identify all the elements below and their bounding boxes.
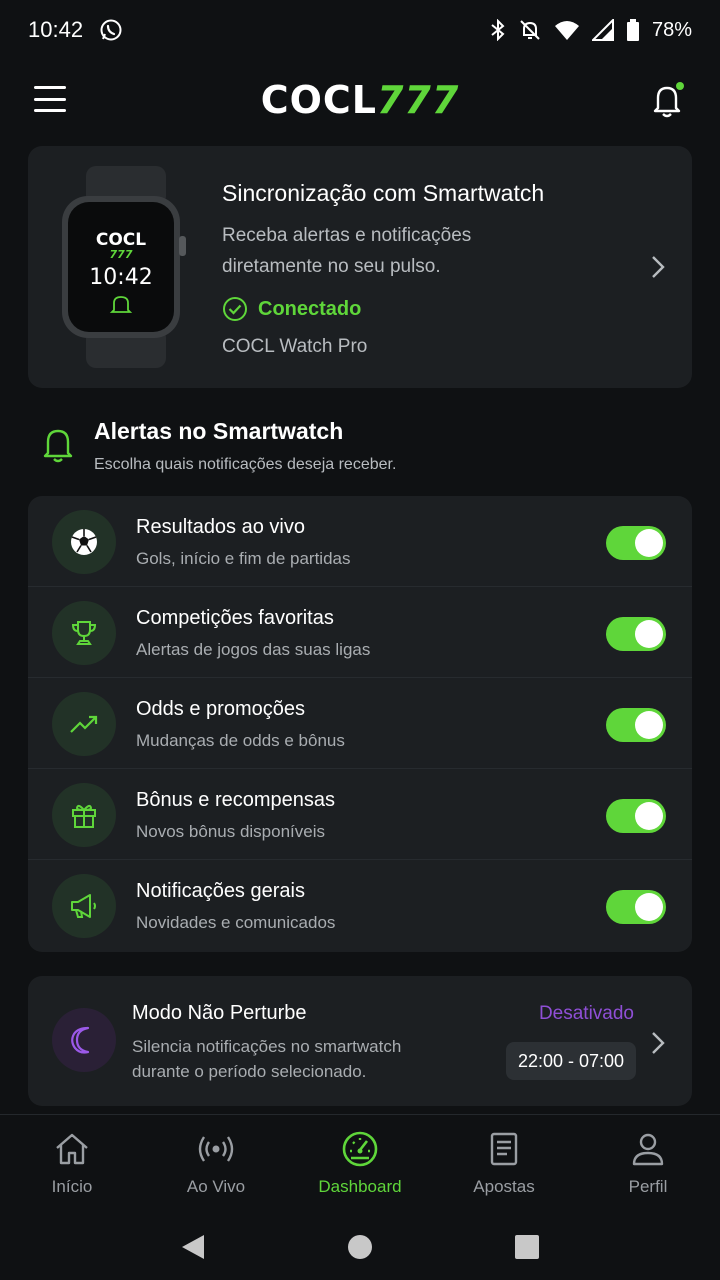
nav-label: Dashboard [318, 1177, 402, 1196]
do-not-disturb-card[interactable]: Modo Não Perturbe Silencia notificações … [28, 976, 692, 1106]
chevron-right-icon [652, 1032, 665, 1054]
battery-percent: 78% [651, 18, 692, 41]
app-header: COCL777 [0, 70, 720, 130]
section-title: Alertas no Smartwatch [94, 418, 344, 444]
nav-label: Início [51, 1177, 93, 1196]
status-bar: 10:42 78% [0, 0, 720, 60]
nav-item-perfil[interactable]: Perfil [576, 1115, 720, 1214]
dnd-status: Desativado [538, 1003, 634, 1024]
gift-icon [52, 783, 116, 847]
signal-icon [591, 19, 614, 41]
nav-item-apostas[interactable]: Apostas [432, 1115, 576, 1214]
home-icon [56, 1133, 88, 1165]
list-item: Bônus e recompensas Novos bônus disponív… [28, 769, 692, 860]
menu-icon-line [34, 109, 66, 112]
menu-button[interactable] [34, 86, 66, 112]
megaphone-icon [52, 874, 116, 938]
nav-item-dashboard[interactable]: Dashboard [288, 1115, 432, 1214]
smartwatch-sync-card[interactable]: COCL 777 10:42 Sincronização com Smartwa… [28, 146, 692, 388]
document-icon [490, 1132, 518, 1166]
alert-subtitle: Mudanças de odds e bônus [136, 731, 345, 750]
toggle-general-notifications[interactable] [606, 890, 666, 924]
notifications-button[interactable] [650, 82, 684, 118]
broadcast-icon [198, 1136, 234, 1162]
alert-title: Odds e promoções [136, 698, 305, 720]
chevron-right-icon [652, 256, 665, 278]
bluetooth-icon [491, 19, 505, 41]
logo-text: COCL [260, 78, 377, 122]
nav-item-ao-vivo[interactable]: Ao Vivo [144, 1115, 288, 1214]
notification-dot [676, 82, 684, 90]
connection-status-label: Conectado [258, 297, 362, 320]
dnd-description: Silencia notificações no smartwatch dura… [132, 1037, 402, 1081]
toggle-bonus-rewards[interactable] [606, 799, 666, 833]
soccer-ball-icon [52, 510, 116, 574]
nav-item-inicio[interactable]: Início [0, 1115, 144, 1214]
alerts-list: Resultados ao vivo Gols, início e fim de… [28, 496, 692, 952]
nav-label: Ao Vivo [186, 1177, 246, 1196]
trending-up-icon [52, 692, 116, 756]
dnd-time-range[interactable]: 22:00 - 07:00 [506, 1042, 636, 1080]
bottom-navigation: Início Ao Vivo Dashboard Apostas Perfil [0, 1114, 720, 1214]
device-name: COCL Watch Pro [222, 336, 368, 357]
user-icon [632, 1133, 664, 1166]
card-title: Sincronização com Smartwatch [222, 180, 545, 206]
alert-title: Notificações gerais [136, 880, 305, 902]
card-description: Receba alertas e notificações diretament… [222, 225, 472, 277]
alert-title: Competições favoritas [136, 607, 334, 629]
list-item: Odds e promoções Mudanças de odds e bônu… [28, 678, 692, 769]
toggle-odds-promotions[interactable] [606, 708, 666, 742]
toggle-knob [635, 802, 663, 830]
watch-time: 10:42 [89, 265, 152, 290]
toggle-knob [635, 620, 663, 648]
whatsapp-icon [100, 19, 122, 41]
toggle-knob [635, 529, 663, 557]
alarm-off-icon [520, 20, 540, 40]
back-icon[interactable] [180, 1233, 206, 1261]
menu-icon-line [34, 97, 66, 101]
watch-brand-number: 777 [110, 248, 133, 261]
smartwatch-image: COCL 777 10:42 [62, 166, 186, 368]
check-circle-icon [223, 297, 247, 321]
wifi-icon [554, 21, 579, 40]
dashboard-gauge-icon [342, 1131, 378, 1167]
recents-icon[interactable] [514, 1234, 540, 1260]
alert-title: Bônus e recompensas [136, 789, 336, 811]
bell-icon [43, 429, 73, 463]
alert-title: Resultados ao vivo [136, 516, 305, 538]
home-button-icon[interactable] [347, 1234, 373, 1260]
menu-icon-line [34, 86, 66, 89]
connection-status: Conectado [222, 296, 361, 322]
status-time: 10:42 [28, 17, 84, 42]
alert-subtitle: Alertas de jogos das suas ligas [136, 640, 371, 659]
nav-label: Perfil [628, 1177, 668, 1196]
section-subtitle: Escolha quais notificações deseja recebe… [94, 456, 397, 473]
list-item: Resultados ao vivo Gols, início e fim de… [28, 496, 692, 587]
toggle-favorite-competitions[interactable] [606, 617, 666, 651]
alert-subtitle: Novidades e comunicados [136, 913, 336, 932]
alert-subtitle: Novos bônus disponíveis [136, 822, 326, 841]
toggle-live-results[interactable] [606, 526, 666, 560]
toggle-knob [635, 893, 663, 921]
toggle-knob [635, 711, 663, 739]
list-item: Notificações gerais Novidades e comunica… [28, 860, 692, 951]
watch-brand: COCL [96, 230, 146, 250]
dnd-title: Modo Não Perturbe [132, 1002, 307, 1024]
logo-number: 777 [376, 78, 460, 122]
list-item: Competições favoritas Alertas de jogos d… [28, 587, 692, 678]
system-navigation-bar [0, 1214, 720, 1280]
battery-icon [626, 19, 639, 41]
trophy-icon [52, 601, 116, 665]
moon-icon [52, 1008, 116, 1072]
nav-label: Apostas [473, 1177, 535, 1196]
app-logo: COCL777 [261, 78, 460, 122]
alert-subtitle: Gols, início e fim de partidas [136, 549, 351, 568]
